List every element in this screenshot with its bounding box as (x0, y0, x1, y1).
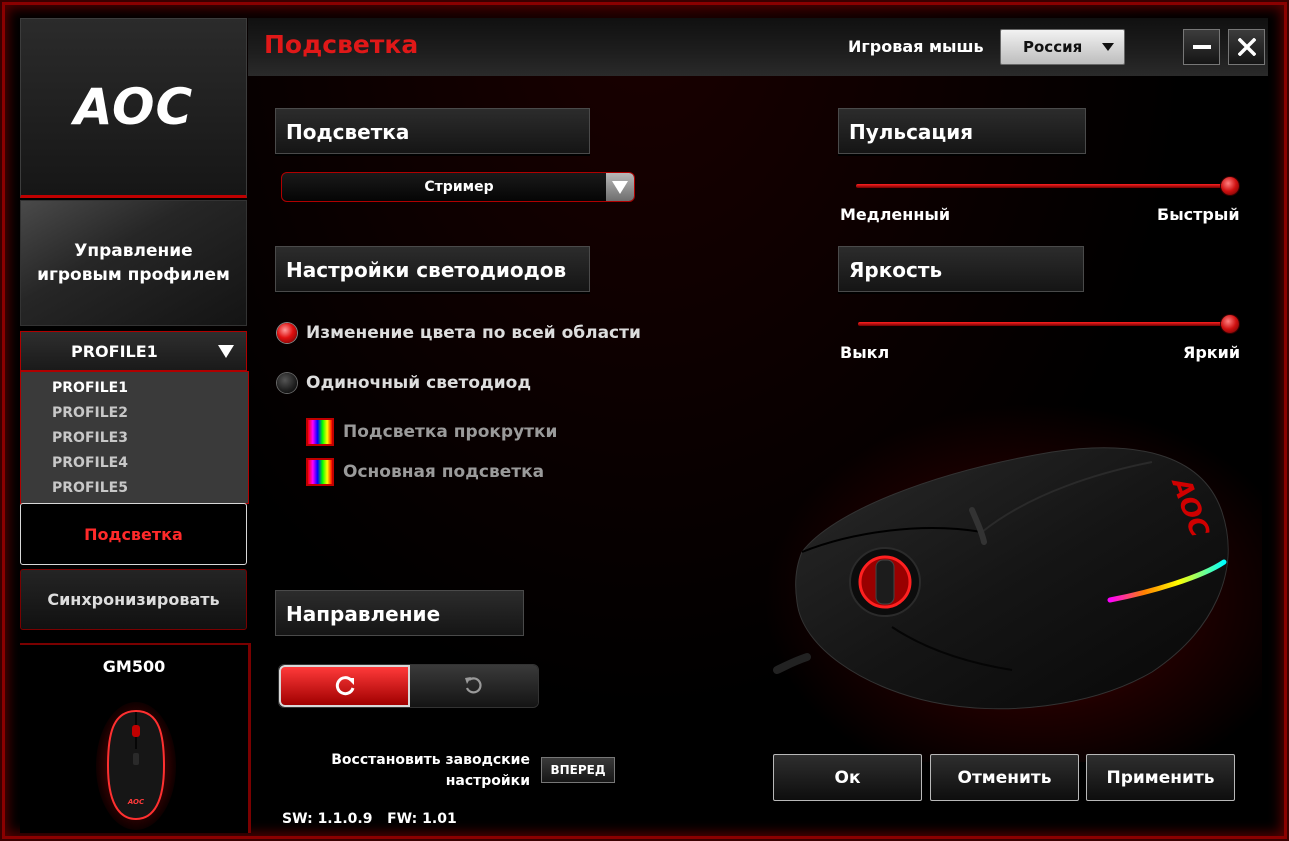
minimize-icon (1192, 45, 1211, 49)
pulse-min-label: Медленный (840, 205, 951, 224)
pulse-slider-handle[interactable] (1221, 177, 1239, 195)
direction-toggle (278, 664, 539, 708)
profile-option-5[interactable]: PROFILE5 (52, 476, 248, 501)
profile-option-2[interactable]: PROFILE2 (52, 401, 248, 426)
minimize-button[interactable] (1183, 29, 1220, 65)
chevron-down-icon (218, 344, 234, 358)
section-header-brightness: Яркость (838, 246, 1084, 292)
ok-button[interactable]: Ок (773, 754, 922, 801)
app-window: Подсветка Игровая мышь Россия AOC Управл… (0, 0, 1289, 841)
section-header-lighting: Подсветка (275, 108, 590, 154)
brightness-slider-track[interactable] (858, 322, 1230, 326)
section-header-led-settings: Настройки светодиодов (275, 246, 590, 292)
mouse-product-image: AOC (773, 447, 1229, 710)
reset-label-line1: Восстановить заводские (331, 752, 530, 768)
aoc-logo: AOC (20, 18, 247, 198)
version-info: SW: 1.1.0.9 FW: 1.01 (282, 811, 457, 827)
zone-scroll[interactable]: Подсветка прокрутки (306, 418, 557, 446)
profile-select[interactable]: PROFILE1 (20, 331, 247, 371)
nav-sync-label: Синхронизировать (47, 590, 220, 609)
profile-option-3[interactable]: PROFILE3 (52, 426, 248, 451)
profile-management-label: Управление игровым профилем (37, 241, 230, 285)
effect-select[interactable]: Стример (281, 172, 635, 202)
apply-button[interactable]: Применить (1086, 754, 1235, 801)
cancel-button[interactable]: Отменить (930, 754, 1079, 801)
language-value: Россия (1023, 38, 1083, 56)
reset-label: Восстановить заводские настройки (302, 750, 530, 792)
section-header-pulse: Пульсация (838, 108, 1086, 154)
profile-option-4[interactable]: PROFILE4 (52, 451, 248, 476)
rgb-color-icon (306, 458, 334, 486)
zone-main[interactable]: Основная подсветка (306, 458, 544, 486)
direction-clockwise-button[interactable] (279, 665, 410, 707)
effect-dropdown-button[interactable] (606, 173, 634, 201)
profile-management-button[interactable]: Управление игровым профилем (20, 200, 247, 326)
rgb-color-icon (306, 418, 334, 446)
nav-lighting[interactable]: Подсветка (20, 503, 247, 565)
mouse-type-label: Игровая мышь (848, 37, 984, 56)
section-header-direction: Направление (275, 590, 524, 636)
page-title: Подсветка (264, 30, 419, 59)
profile-dropdown-list: PROFILE1 PROFILE2 PROFILE3 PROFILE4 PROF… (20, 371, 249, 504)
radio-off-icon (277, 373, 297, 393)
rotate-counterclockwise-icon (465, 677, 482, 694)
profile-select-value: PROFILE1 (71, 341, 158, 361)
brightness-slider-handle[interactable] (1221, 315, 1239, 333)
nav-sync[interactable]: Синхронизировать (20, 569, 247, 630)
profile-option-1[interactable]: PROFILE1 (52, 376, 248, 401)
logo-text: AOC (73, 78, 194, 136)
pulse-max-label: Быстрый (1157, 205, 1240, 224)
device-panel: GM500 AOC (20, 643, 251, 833)
device-thumbnail-mouse (96, 702, 176, 830)
direction-counterclockwise-button[interactable] (410, 665, 538, 707)
zone-scroll-label: Подсветка прокрутки (343, 422, 558, 442)
chevron-down-icon (1102, 43, 1114, 51)
radio-on-icon (277, 323, 297, 343)
device-name: GM500 (102, 657, 166, 676)
rotate-clockwise-icon (335, 676, 354, 696)
radio-all-area[interactable]: Изменение цвета по всей области (277, 323, 641, 343)
reset-label-line2: настройки (445, 773, 530, 789)
close-icon (1237, 38, 1256, 56)
zone-main-label: Основная подсветка (343, 462, 545, 482)
nav-lighting-label: Подсветка (84, 524, 183, 544)
radio-single-led[interactable]: Одиночный светодиод (277, 373, 531, 393)
reset-button[interactable]: ВПЕРЕД (541, 757, 615, 783)
brightness-max-label: Яркий (1183, 343, 1241, 362)
close-button[interactable] (1228, 29, 1265, 65)
radio-all-area-label: Изменение цвета по всей области (306, 323, 641, 343)
effect-value: Стример (424, 179, 494, 195)
chevron-down-icon (612, 180, 628, 194)
device-thumbnail-logo: AOC (127, 798, 145, 806)
pulse-slider-track[interactable] (856, 184, 1230, 188)
brightness-min-label: Выкл (840, 343, 890, 362)
language-select[interactable]: Россия (1000, 29, 1125, 65)
radio-single-led-label: Одиночный светодиод (306, 373, 532, 393)
